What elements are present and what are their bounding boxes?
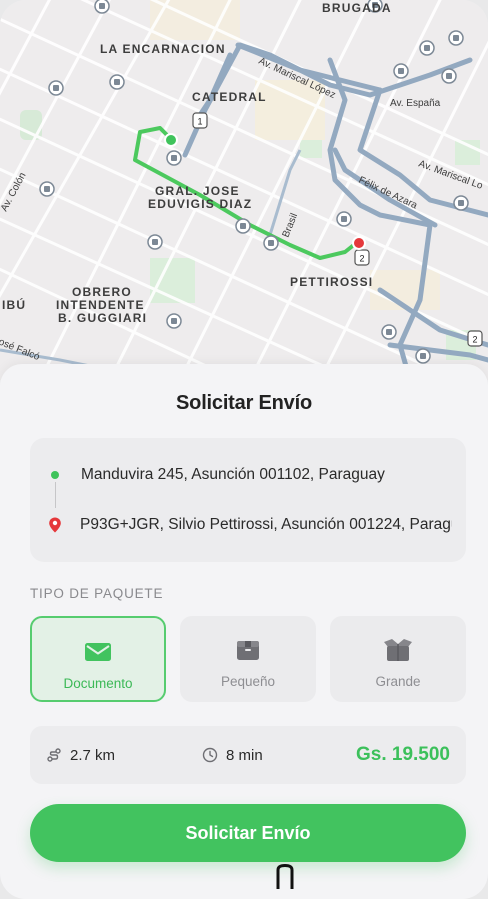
- distance-value: 2.7 km: [70, 746, 116, 764]
- origin-dot-icon: [51, 471, 59, 479]
- map-label-brugada: BRUGADA: [322, 1, 392, 15]
- package-type-label: TIPO DE PAQUETE: [30, 586, 164, 601]
- price-value: Gs. 19.500: [355, 744, 450, 765]
- sheet-title: Solicitar Envío: [176, 392, 312, 414]
- app-frame: 1 2 2 BRUGADA LA ENCARNACION CATEDRAL GR…: [0, 0, 488, 899]
- open-box-icon: [384, 639, 412, 661]
- svg-text:1: 1: [197, 117, 202, 127]
- package-label-pequeno: Pequeño: [220, 674, 276, 689]
- route-distance-icon: [47, 748, 61, 762]
- destination-address: P93G+JGR, Silvio Pettirossi, Asunción 00…: [80, 516, 452, 533]
- map-label-encarnacion: LA ENCARNACION: [100, 42, 226, 56]
- package-option-grande[interactable]: Grande: [330, 616, 466, 702]
- destination-marker: [352, 236, 366, 250]
- origin-address: Manduvira 245, Asunción 001102, Paraguay: [81, 466, 385, 483]
- map-label-espana: Av. España: [390, 98, 441, 109]
- route-shield-1: 1: [192, 112, 208, 129]
- origin-marker: [164, 133, 178, 147]
- clock-icon: [202, 747, 218, 763]
- route-shield-2b: 2: [467, 330, 483, 347]
- trip-summary: 2.7 km 8 min Gs. 19.500: [30, 726, 466, 784]
- destination-row[interactable]: P93G+JGR, Silvio Pettirossi, Asunción 00…: [30, 516, 452, 534]
- map-label-pettirossi: PETTIROSSI: [290, 275, 373, 289]
- duration-stat: 8 min: [202, 726, 263, 784]
- location-pin-icon: [49, 517, 61, 533]
- package-option-pequeno[interactable]: Pequeño: [180, 616, 316, 702]
- box-icon: [237, 641, 259, 660]
- address-card: Manduvira 245, Asunción 001102, Paraguay…: [30, 438, 466, 562]
- route-map[interactable]: 1 2 2 BRUGADA LA ENCARNACION CATEDRAL GR…: [0, 0, 488, 380]
- route-connector: [55, 482, 56, 508]
- request-sheet: Solicitar Envío Manduvira 245, Asunción …: [0, 364, 488, 899]
- map-label-gral-1: GRAL. JOSE: [155, 184, 240, 198]
- origin-row[interactable]: Manduvira 245, Asunción 001102, Paraguay: [30, 466, 452, 484]
- map-label-ibu: IBÚ: [2, 297, 26, 312]
- map-label-catedral: CATEDRAL: [192, 90, 267, 104]
- route-shield-2: 2: [354, 249, 370, 266]
- package-option-documento[interactable]: Documento: [30, 616, 166, 702]
- svg-text:2: 2: [472, 335, 477, 345]
- map-label-obrero-3: B. GUGGIARI: [58, 311, 147, 325]
- package-label-documento: Documento: [63, 676, 133, 691]
- svg-text:2: 2: [359, 254, 364, 264]
- request-delivery-button[interactable]: Solicitar Envío: [30, 804, 466, 862]
- map-label-obrero-2: INTENDENTE: [56, 298, 145, 312]
- map-label-gral-2: EDUVIGIS DIAZ: [148, 197, 252, 211]
- envelope-icon: [85, 643, 111, 661]
- map-label-obrero-1: OBRERO: [72, 285, 132, 299]
- distance-stat: 2.7 km: [46, 726, 115, 784]
- home-indicator-icon: [276, 864, 294, 889]
- map-canvas[interactable]: 1 2 2 BRUGADA LA ENCARNACION CATEDRAL GR…: [0, 0, 488, 380]
- package-label-grande: Grande: [375, 674, 421, 689]
- duration-value: 8 min: [226, 746, 263, 764]
